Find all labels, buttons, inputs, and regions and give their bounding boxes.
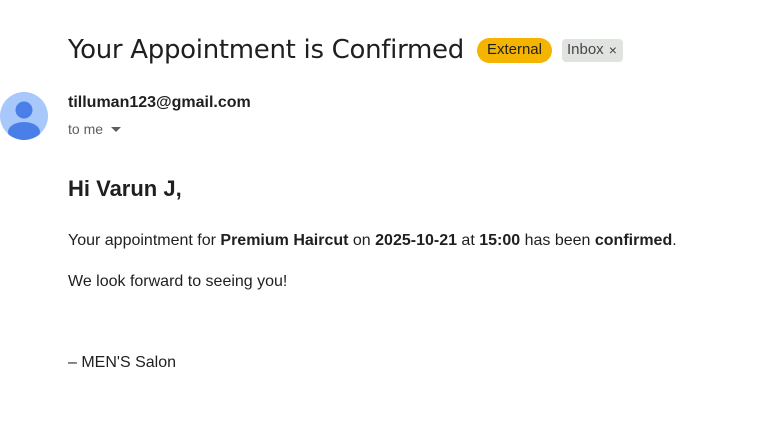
recipient-details-toggle[interactable]: to me (68, 121, 122, 137)
appointment-time: 15:00 (479, 232, 521, 249)
close-icon[interactable]: × (609, 41, 617, 59)
sender-email[interactable]: tilluman123@gmail.com (68, 94, 251, 112)
inbox-label[interactable]: Inbox × (561, 38, 623, 62)
message-on: on (348, 232, 376, 249)
email-greeting: Hi Varun J, (68, 176, 182, 201)
person-icon (8, 101, 40, 140)
service-name: Premium Haircut (220, 232, 349, 249)
message-at: at (456, 232, 480, 249)
appointment-status: confirmed (594, 232, 673, 249)
message-end: . (672, 232, 677, 249)
external-label: External (476, 37, 552, 63)
message-has-been: has been (520, 232, 595, 249)
subject-row: Your Appointment is Confirmed External I… (68, 31, 623, 69)
email-view: Your Appointment is Confirmed External I… (0, 0, 763, 424)
appointment-date: 2025-10-21 (375, 232, 457, 249)
message-prefix: Your appointment for (68, 232, 221, 249)
sender-avatar[interactable] (0, 92, 48, 140)
chevron-down-icon[interactable] (111, 126, 122, 132)
email-subject: Your Appointment is Confirmed (68, 35, 464, 65)
closing-message: We look forward to seeing you! (68, 273, 288, 290)
email-signature: – MEN'S Salon (68, 354, 176, 371)
inbox-label-text: Inbox (566, 40, 604, 58)
recipient-label: to me (68, 121, 104, 137)
confirmation-message: Your appointment for Premium Haircut on … (68, 232, 677, 250)
